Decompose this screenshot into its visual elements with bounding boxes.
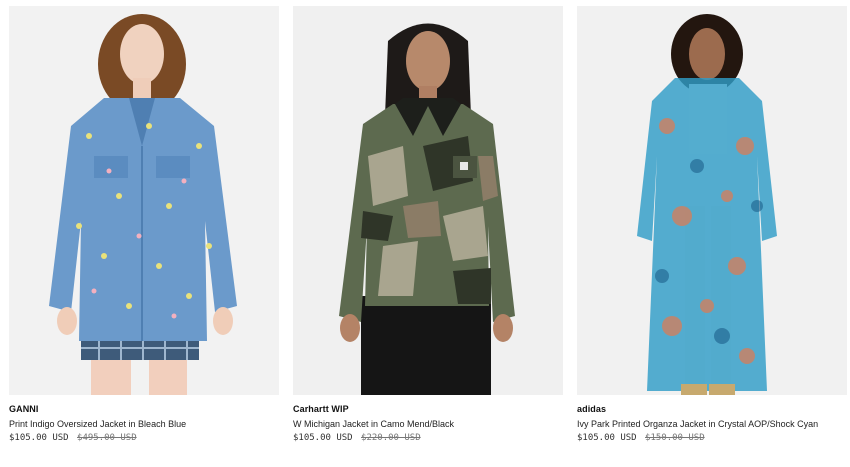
sale-price: $105.00 USD [293,433,353,443]
model-denim-jacket-illustration [9,6,279,395]
original-price: $220.00 USD [361,433,421,443]
product-price: $105.00 USD $220.00 USD [293,433,563,443]
model-camo-jacket-illustration [293,6,563,395]
sale-price: $105.00 USD [9,433,69,443]
product-price: $105.00 USD $495.00 USD [9,433,279,443]
product-price: $105.00 USD $150.00 USD [577,433,847,443]
product-card[interactable]: Carhartt WIP W Michigan Jacket in Camo M… [293,6,563,443]
original-price: $495.00 USD [77,433,137,443]
sale-price: $105.00 USD [577,433,637,443]
product-card[interactable]: GANNI Print Indigo Oversized Jacket in B… [9,6,279,443]
product-name[interactable]: W Michigan Jacket in Camo Mend/Black [293,419,563,429]
product-name[interactable]: Ivy Park Printed Organza Jacket in Cryst… [577,419,847,429]
product-image[interactable] [9,6,279,395]
product-name[interactable]: Print Indigo Oversized Jacket in Bleach … [9,419,279,429]
product-grid: GANNI Print Indigo Oversized Jacket in B… [9,6,847,443]
product-image[interactable] [577,6,847,395]
model-organza-jacket-illustration [577,6,847,395]
product-brand[interactable]: GANNI [9,404,279,414]
product-brand[interactable]: Carhartt WIP [293,404,563,414]
original-price: $150.00 USD [645,433,705,443]
product-image[interactable] [293,6,563,395]
product-card[interactable]: adidas Ivy Park Printed Organza Jacket i… [577,6,847,443]
product-brand[interactable]: adidas [577,404,847,414]
